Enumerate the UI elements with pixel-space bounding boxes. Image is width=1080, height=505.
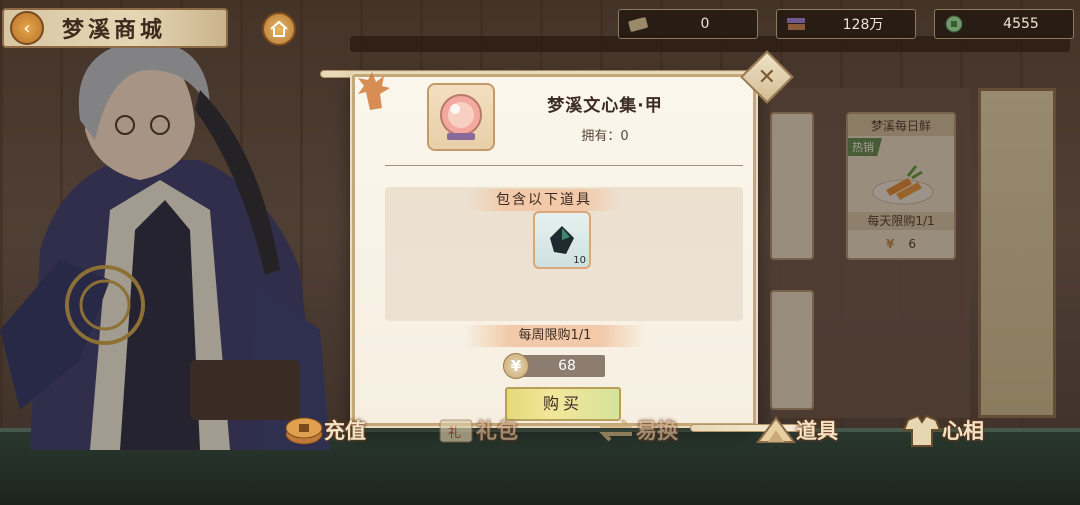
book-stack-icon xyxy=(781,13,811,35)
close-icon: ✕ xyxy=(757,64,777,90)
tab-recharge[interactable]: 充值 xyxy=(280,404,366,456)
currency-books[interactable]: 128万 xyxy=(776,9,916,39)
contained-item[interactable]: 10 xyxy=(533,211,591,269)
item-price: 68 xyxy=(558,358,576,374)
home-button[interactable] xyxy=(262,12,296,46)
jade-coin-icon xyxy=(939,13,969,35)
coins-icon xyxy=(280,410,328,450)
back-button[interactable]: ‹ xyxy=(10,11,44,45)
tab-gift-pack-label: 礼包 xyxy=(476,419,518,443)
currency-jade-value: 4555 xyxy=(1003,16,1039,32)
tab-recharge-label: 充值 xyxy=(324,419,366,443)
contained-item-quantity: 10 xyxy=(573,255,586,266)
page-title: 梦溪商城 xyxy=(62,18,167,43)
chevron-left-icon: ‹ xyxy=(23,17,31,39)
currency-books-value: 128万 xyxy=(842,17,884,33)
tab-appearance-label: 心相 xyxy=(942,419,984,443)
tab-props[interactable]: 道具 xyxy=(752,404,838,456)
ticket-icon xyxy=(623,13,653,35)
ink-gem-icon xyxy=(550,226,574,254)
maple-leaf-decoration-icon xyxy=(358,72,390,110)
currency-jade[interactable]: 4555 xyxy=(934,9,1074,39)
dialog-divider xyxy=(385,165,743,166)
item-name: 梦溪文心集·甲 xyxy=(547,96,663,116)
tab-exchange[interactable]: 易换 xyxy=(592,404,678,456)
tab-gift-pack[interactable]: 礼 礼包 xyxy=(432,404,518,456)
svg-text:礼: 礼 xyxy=(448,425,461,441)
exchange-icon xyxy=(592,410,640,450)
props-icon xyxy=(752,410,800,450)
robe-icon xyxy=(898,410,946,450)
page-title-tab: ‹ 梦溪商城 xyxy=(2,8,228,48)
price-row: ¥ 68 xyxy=(503,353,605,379)
tab-props-label: 道具 xyxy=(796,419,838,443)
yuan-icon: ¥ xyxy=(503,353,529,379)
currency-ticket[interactable]: 0 xyxy=(618,9,758,39)
tab-appearance[interactable]: 心相 xyxy=(898,404,984,456)
item-icon-frame xyxy=(427,83,495,151)
item-owned-count: 拥有：0 xyxy=(581,129,629,144)
contents-title: 包含以下道具 xyxy=(469,189,619,211)
home-icon xyxy=(270,20,288,37)
purchase-dialog: 梦溪文心集·甲 拥有：0 包含以下道具 10 每周限购1/1 ¥ 68 购买 xyxy=(352,74,756,426)
tab-exchange-label: 易换 xyxy=(636,419,678,443)
currency-ticket-value: 0 xyxy=(700,16,710,32)
crystal-orb-icon xyxy=(440,94,482,140)
gift-pack-icon: 礼 xyxy=(432,410,480,450)
purchase-limit-banner: 每周限购1/1 xyxy=(465,325,645,347)
